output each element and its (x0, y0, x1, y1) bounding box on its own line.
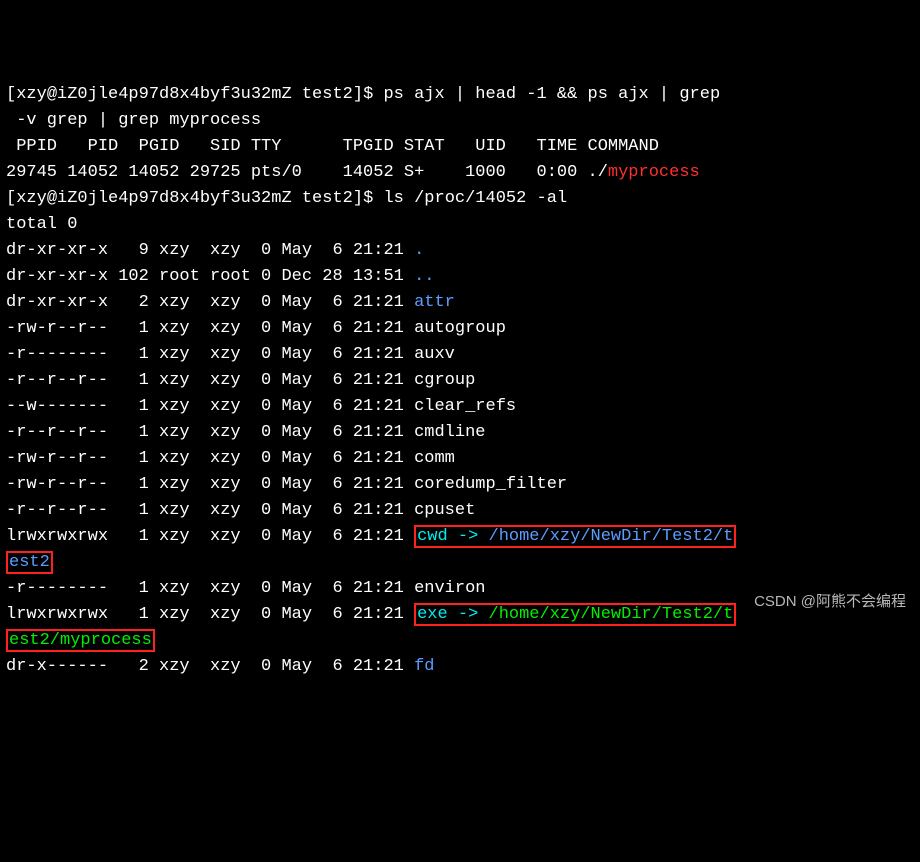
ls-row-name: autogroup (414, 319, 506, 338)
ls-row-prefix: -rw-r--r-- 1 xzy xzy 0 May 6 21:21 (6, 449, 414, 468)
ls-row-prefix: -rw-r--r-- 1 xzy xzy 0 May 6 21:21 (6, 475, 414, 494)
cmd1-wrap-text: -v grep | grep myprocess (6, 111, 261, 130)
ls-row: -r--r--r-- 1 xzy xzy 0 May 6 21:21 cmdli… (6, 420, 914, 446)
ls-row: -rw-r--r-- 1 xzy xzy 0 May 6 21:21 autog… (6, 316, 914, 342)
ls-row-prefix: -r--r--r-- 1 xzy xzy 0 May 6 21:21 (6, 423, 414, 442)
ls-row-prefix: -r-------- 1 xzy xzy 0 May 6 21:21 (6, 345, 414, 364)
cmd1-text: ps ajx | head -1 && ps ajx | grep (383, 85, 720, 104)
ps-row-process: myprocess (608, 163, 700, 182)
exe-label: exe (417, 605, 448, 624)
ls-row-prefix: dr-xr-xr-x 102 root root 0 Dec 28 13:51 (6, 267, 414, 286)
cwd-target1: /home/xzy/NewDir/Test2/t (489, 527, 734, 546)
ls-row: dr-xr-xr-x 2 xzy xzy 0 May 6 21:21 attr (6, 290, 914, 316)
ls-row-prefix: -r-------- 1 xzy xzy 0 May 6 21:21 (6, 579, 414, 598)
prompt-end: ]$ (353, 189, 384, 208)
ls-row: --w------- 1 xzy xzy 0 May 6 21:21 clear… (6, 394, 914, 420)
prompt-bracket: [ (6, 189, 16, 208)
ls-row: -rw-r--r-- 1 xzy xzy 0 May 6 21:21 comm (6, 446, 914, 472)
prompt-folder: test2 (292, 85, 353, 104)
ls-total: total 0 (6, 212, 914, 238)
ls-row-prefix: lrwxrwxrwx 1 xzy xzy 0 May 6 21:21 (6, 605, 414, 624)
ls-row-name: comm (414, 449, 455, 468)
total-text: total 0 (6, 215, 77, 234)
ls-row: -rw-r--r-- 1 xzy xzy 0 May 6 21:21 cored… (6, 472, 914, 498)
ls-row-cwd-wrap: est2 (6, 550, 914, 576)
exe-highlight: exe -> /home/xzy/NewDir/Test2/t (414, 603, 736, 626)
ls-row-name: attr (414, 293, 455, 312)
cwd-target2: est2 (9, 553, 50, 572)
ls-row-name: . (414, 241, 424, 260)
ps-row: 29745 14052 14052 29725 pts/0 14052 S+ 1… (6, 160, 914, 186)
ls-row-prefix: dr-xr-xr-x 2 xzy xzy 0 May 6 21:21 (6, 293, 414, 312)
ls-row-name: cmdline (414, 423, 485, 442)
ls-row-prefix: lrwxrwxrwx 1 xzy xzy 0 May 6 21:21 (6, 527, 414, 546)
ps-header: PPID PID PGID SID TTY TPGID STAT UID TIM… (6, 134, 914, 160)
ls-row-prefix: -r--r--r-- 1 xzy xzy 0 May 6 21:21 (6, 501, 414, 520)
ls-row-name: cgroup (414, 371, 475, 390)
prompt-end: ]$ (353, 85, 384, 104)
ls-row-exe-wrap: est2/myprocess (6, 628, 914, 654)
ls-row-prefix: dr-x------ 2 xzy xzy 0 May 6 21:21 (6, 657, 414, 676)
ls-row-name: auxv (414, 345, 455, 364)
cwd-highlight: cwd -> /home/xzy/NewDir/Test2/t (414, 525, 736, 548)
ps-row-prefix: 29745 14052 14052 29725 pts/0 14052 S+ 1… (6, 163, 608, 182)
prompt-host: iZ0jle4p97d8x4byf3u32mZ (57, 189, 292, 208)
cwd-arrow: -> (448, 527, 489, 546)
cwd-label: cwd (417, 527, 448, 546)
prompt-folder: test2 (292, 189, 353, 208)
ls-row-name: fd (414, 657, 434, 676)
prompt-user: xzy (16, 85, 47, 104)
cmd-line-1-wrap: -v grep | grep myprocess (6, 108, 914, 134)
ps-header-text: PPID PID PGID SID TTY TPGID STAT UID TIM… (6, 137, 659, 156)
exe-arrow: -> (448, 605, 489, 624)
prompt-at: @ (47, 189, 57, 208)
ls-row-name: clear_refs (414, 397, 516, 416)
prompt-user: xzy (16, 189, 47, 208)
ls-row: dr-xr-xr-x 9 xzy xzy 0 May 6 21:21 . (6, 238, 914, 264)
ls-row-name: environ (414, 579, 485, 598)
ls-row: -r-------- 1 xzy xzy 0 May 6 21:21 auxv (6, 342, 914, 368)
ls-row-prefix: -r--r--r-- 1 xzy xzy 0 May 6 21:21 (6, 371, 414, 390)
prompt-bracket: [ (6, 85, 16, 104)
ls-row: dr-xr-xr-x 102 root root 0 Dec 28 13:51 … (6, 264, 914, 290)
exe-target1: /home/xzy/NewDir/Test2/t (489, 605, 734, 624)
ls-row-prefix: --w------- 1 xzy xzy 0 May 6 21:21 (6, 397, 414, 416)
watermark-text: CSDN @阿熊不会编程 (754, 589, 906, 615)
ls-row-name: cpuset (414, 501, 475, 520)
cmd2-text: ls /proc/14052 -al (383, 189, 567, 208)
ls-row-prefix: dr-xr-xr-x 9 xzy xzy 0 May 6 21:21 (6, 241, 414, 260)
prompt-host: iZ0jle4p97d8x4byf3u32mZ (57, 85, 292, 104)
cmd-line-2: [xzy@iZ0jle4p97d8x4byf3u32mZ test2]$ ls … (6, 186, 914, 212)
ls-row: -r--r--r-- 1 xzy xzy 0 May 6 21:21 cpuse… (6, 498, 914, 524)
ls-row-fd: dr-x------ 2 xzy xzy 0 May 6 21:21 fd (6, 654, 914, 680)
ls-row-prefix: -rw-r--r-- 1 xzy xzy 0 May 6 21:21 (6, 319, 414, 338)
ls-row-name: .. (414, 267, 434, 286)
cmd-line-1: [xzy@iZ0jle4p97d8x4byf3u32mZ test2]$ ps … (6, 82, 914, 108)
ls-row: -r--r--r-- 1 xzy xzy 0 May 6 21:21 cgrou… (6, 368, 914, 394)
ls-row-cwd: lrwxrwxrwx 1 xzy xzy 0 May 6 21:21 cwd -… (6, 524, 914, 550)
exe-highlight-wrap: est2/myprocess (6, 629, 155, 652)
cwd-highlight-wrap: est2 (6, 551, 53, 574)
prompt-at: @ (47, 85, 57, 104)
ls-row-name: coredump_filter (414, 475, 567, 494)
exe-target2: est2/myprocess (9, 631, 152, 650)
